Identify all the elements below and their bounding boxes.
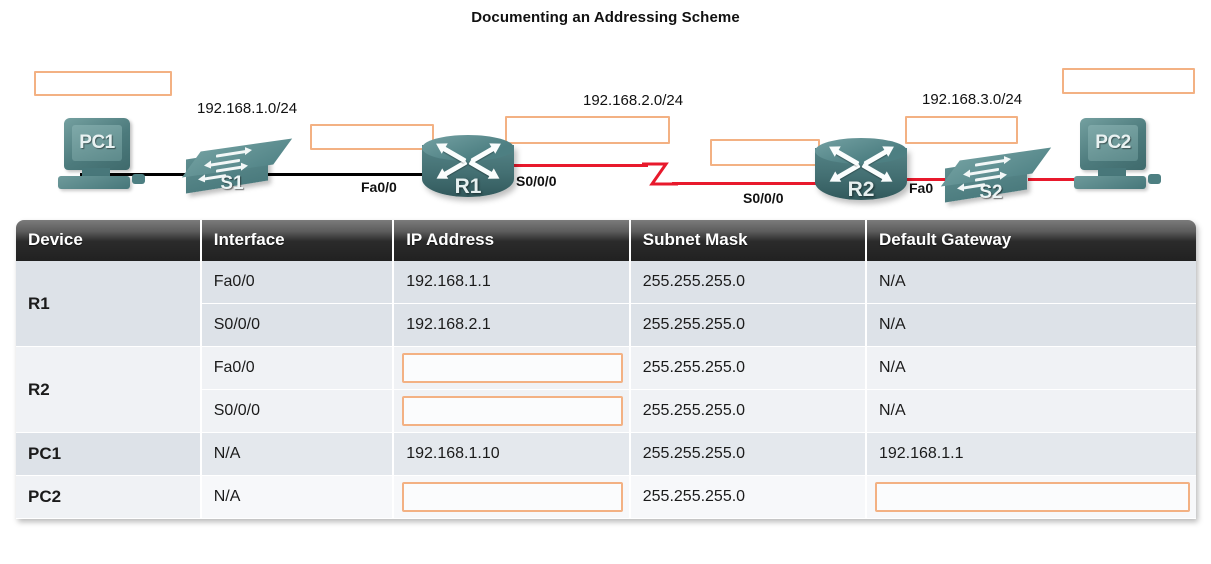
cell-interface: Fa0/0 <box>200 346 395 390</box>
blank-box-r1-fa00[interactable] <box>310 124 434 150</box>
cell-default-gateway: 192.168.1.1 <box>865 432 1196 476</box>
cell-default-gateway: N/A <box>865 261 1196 304</box>
link-r1-serial <box>508 164 648 167</box>
cell-interface: S0/0/0 <box>200 303 395 347</box>
cell-ip-address <box>393 389 631 433</box>
device-pc2[interactable]: PC2 <box>1068 118 1161 196</box>
cell-interface: S0/0/0 <box>200 389 395 433</box>
device-label-pc2: PC2 <box>1095 132 1131 153</box>
device-s2[interactable]: S2 <box>940 147 1052 208</box>
cell-interface: Fa0/0 <box>200 261 395 304</box>
cell-default-gateway: N/A <box>865 346 1196 390</box>
network-label-192-168-2-0: 192.168.2.0/24 <box>583 92 684 109</box>
device-label-pc1: PC1 <box>79 132 115 153</box>
input-r2-fa00-ip[interactable] <box>402 353 623 383</box>
cell-device-r1: R1 <box>16 261 202 347</box>
input-pc2-gateway[interactable] <box>874 482 1190 512</box>
blank-box-r2-s000[interactable] <box>710 139 820 166</box>
table-row: R1 Fa0/0 192.168.1.1 255.255.255.0 N/A <box>16 261 1196 347</box>
device-label-r2: R2 <box>847 178 875 201</box>
cell-subnet-mask: 255.255.255.0 <box>629 389 867 433</box>
pc-mouse-icon <box>1148 174 1161 184</box>
pc-base-icon <box>1074 176 1146 189</box>
table-header-row: Device Interface IP Address Subnet Mask … <box>16 220 1196 261</box>
cell-default-gateway: N/A <box>865 303 1196 347</box>
column-header-default-gateway: Default Gateway <box>865 220 1196 261</box>
cell-device-pc1: PC1 <box>16 432 202 476</box>
cell-subnet-mask: 255.255.255.0 <box>629 475 867 519</box>
column-header-interface: Interface <box>200 220 395 261</box>
device-label-r1: R1 <box>454 175 482 198</box>
network-topology-diagram: 192.168.1.0/24 192.168.2.0/24 192.168.3.… <box>0 40 1211 220</box>
blank-box-pc1-address[interactable] <box>34 71 172 96</box>
cell-subnet-mask: 255.255.255.0 <box>629 303 867 347</box>
cell-device-pc2: PC2 <box>16 475 202 519</box>
cell-interface: N/A <box>200 432 395 476</box>
device-label-s2: S2 <box>979 182 1003 203</box>
cell-ip-address <box>393 475 631 519</box>
cell-subnet-mask: 255.255.255.0 <box>629 261 867 304</box>
interface-label-r1-fa00: Fa0/0 <box>361 179 397 195</box>
cell-subnet-mask: 255.255.255.0 <box>629 432 867 476</box>
input-pc2-ip[interactable] <box>402 482 623 512</box>
cell-ip-address: 192.168.1.1 <box>393 261 631 304</box>
column-header-device: Device <box>16 220 202 261</box>
column-header-subnet-mask: Subnet Mask <box>629 220 867 261</box>
page-title: Documenting an Addressing Scheme <box>471 9 740 26</box>
device-r1[interactable]: R1 <box>422 135 514 207</box>
pc-base-icon <box>58 176 130 189</box>
cell-interface: N/A <box>200 475 395 519</box>
blank-box-pc2-address[interactable] <box>1062 68 1195 94</box>
interface-label-r2-fa0: Fa0 <box>909 180 934 196</box>
cell-ip-address: 192.168.1.10 <box>393 432 631 476</box>
interface-label-r1-s000: S0/0/0 <box>516 173 557 189</box>
interface-label-r2-s000: S0/0/0 <box>743 190 784 206</box>
network-label-192-168-3-0: 192.168.3.0/24 <box>922 91 1023 108</box>
table-row: R2 Fa0/0 255.255.255.0 N/A <box>16 346 1196 433</box>
cell-device-r2: R2 <box>16 346 202 433</box>
cell-ip-address <box>393 346 631 390</box>
addressing-table: Device Interface IP Address Subnet Mask … <box>16 220 1196 519</box>
input-r2-s000-ip[interactable] <box>402 396 623 426</box>
pc-screen: PC2 <box>1088 125 1138 161</box>
device-label-s1: S1 <box>220 173 244 194</box>
table-row: PC2 N/A 255.255.255.0 <box>16 475 1196 519</box>
cell-subnet-mask: 255.255.255.0 <box>629 346 867 390</box>
device-pc1[interactable]: PC1 <box>52 118 145 196</box>
column-header-ip-address: IP Address <box>393 220 631 261</box>
pc-screen: PC1 <box>72 125 122 161</box>
addressing-scheme-figure: Documenting an Addressing Scheme 192.168… <box>0 0 1211 564</box>
link-serial-r2 <box>672 182 837 185</box>
device-r2[interactable]: R2 <box>815 138 907 210</box>
blank-box-r1-s000[interactable] <box>505 116 670 144</box>
table-row: PC1 N/A 192.168.1.10 255.255.255.0 192.1… <box>16 432 1196 476</box>
cell-default-gateway: N/A <box>865 389 1196 433</box>
device-s1[interactable]: S1 <box>181 138 293 199</box>
blank-box-r2-fa00[interactable] <box>905 116 1018 144</box>
pc-mouse-icon <box>132 174 145 184</box>
cell-default-gateway <box>865 475 1196 519</box>
network-label-192-168-1-0: 192.168.1.0/24 <box>197 100 298 117</box>
cell-ip-address: 192.168.2.1 <box>393 303 631 347</box>
